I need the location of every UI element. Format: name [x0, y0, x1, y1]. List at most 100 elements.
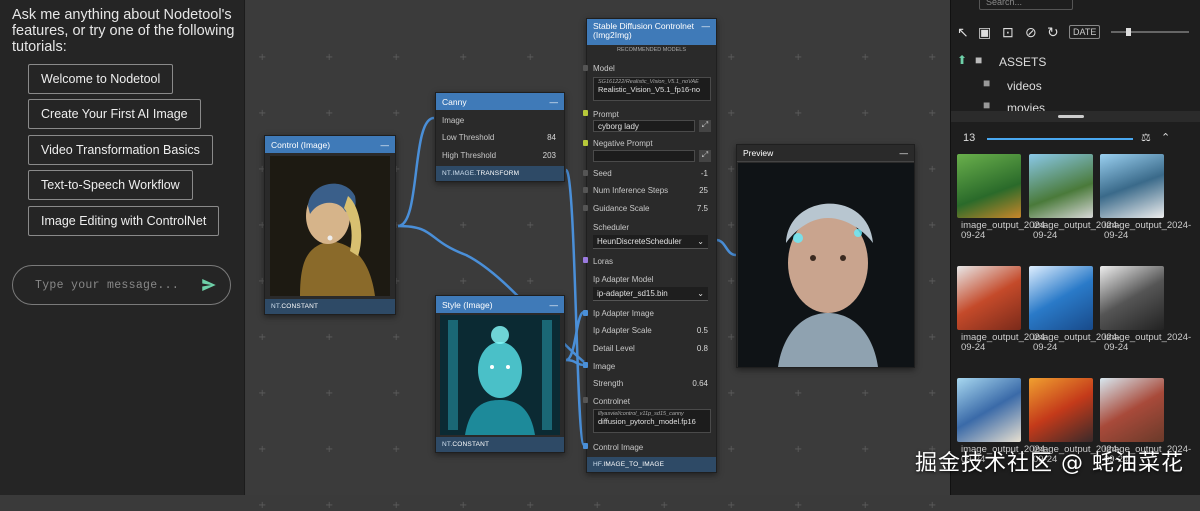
field-value[interactable]: 203 [543, 151, 556, 160]
select-arrow-icon[interactable]: ↖ [957, 24, 969, 41]
asset-search-input[interactable]: Search... [979, 0, 1073, 10]
detail-level-field[interactable]: Detail Level 0.8 [593, 344, 708, 353]
asset-thumb[interactable] [957, 266, 1021, 330]
node-header[interactable]: Canny — [436, 93, 564, 110]
inference-steps-field[interactable]: Num Inference Steps 25 [593, 186, 708, 195]
assets-root-folder[interactable]: ASSETS [999, 55, 1046, 69]
asset-caption: image_output_2024-09-24 [961, 332, 1049, 353]
canny-node[interactable]: Canny — Image Low Threshold 84 High Thresh… [435, 92, 565, 182]
tutorial-first-image-button[interactable]: Create Your First AI Image [28, 99, 201, 129]
upload-icon[interactable]: ⬆ [957, 53, 967, 67]
low-threshold-field[interactable]: Low Threshold 84 [442, 133, 556, 142]
node-menu-icon[interactable]: — [381, 140, 390, 150]
chat-input[interactable]: Type your message... [12, 265, 231, 305]
zoom-slider[interactable] [1111, 28, 1189, 36]
ip-adapter-scale-field[interactable]: Ip Adapter Scale 0.5 [593, 326, 708, 335]
node-header[interactable]: Style (Image) — [436, 296, 564, 313]
handle[interactable] [583, 257, 588, 263]
guidance-scale-field[interactable]: Guidance Scale 7.5 [593, 204, 708, 213]
handle[interactable] [583, 205, 588, 211]
asset-thumb[interactable] [1029, 378, 1093, 442]
strength-field[interactable]: Strength 0.64 [593, 379, 708, 388]
node-menu-icon[interactable]: — [550, 300, 559, 310]
tutorial-tts-button[interactable]: Text-to-Speech Workflow [28, 170, 193, 200]
canny-image-input[interactable]: Image [442, 116, 556, 125]
asset-thumb[interactable] [1029, 266, 1093, 330]
preview-image[interactable] [738, 163, 914, 367]
deselect-icon[interactable]: ⊘ [1025, 24, 1037, 41]
panel-divider[interactable] [951, 111, 1200, 122]
node-canvas[interactable]: + + + + + + + + + + + + + + + + + + + + + + + + + + + + + + + + + + + + + + + +… [246, 0, 950, 511]
handle[interactable] [583, 397, 588, 403]
high-threshold-field[interactable]: High Threshold 203 [442, 151, 556, 160]
refresh-icon[interactable]: ↻ [1047, 24, 1059, 41]
handle[interactable] [583, 170, 588, 176]
asset-thumb[interactable] [957, 154, 1021, 218]
ip-adapter-model-label-row: Ip Adapter Model [593, 275, 708, 284]
control-image-input[interactable]: Control Image [593, 443, 708, 452]
tutorial-welcome-button[interactable]: Welcome to Nodetool [28, 64, 174, 94]
field-value[interactable]: 0.8 [697, 344, 708, 353]
grid-cross: + [526, 500, 535, 511]
stable-diffusion-node[interactable]: Stable Diffusion Controlnet (Img2Img) — R… [586, 18, 717, 473]
node-header[interactable]: Stable Diffusion Controlnet (Img2Img) — [587, 19, 716, 45]
field-value[interactable]: 0.64 [692, 379, 708, 388]
ip-adapter-model-select[interactable]: ip-adapter_sd15.bin ⌄ [593, 287, 708, 301]
field-label: Low Threshold [442, 133, 495, 142]
asset-thumb[interactable] [957, 378, 1021, 442]
seed-field[interactable]: Seed -1 [593, 169, 708, 178]
handle[interactable] [583, 140, 588, 146]
asset-thumb[interactable] [1100, 154, 1164, 218]
negative-prompt-expand-icon[interactable]: ⤢ [699, 150, 711, 162]
image-input[interactable]: Image [593, 362, 708, 371]
send-icon[interactable] [200, 276, 218, 294]
asset-thumb[interactable] [1100, 378, 1164, 442]
handle[interactable] [583, 443, 588, 449]
control-image[interactable] [270, 156, 390, 296]
handle[interactable] [583, 65, 588, 71]
tutorial-controlnet-button[interactable]: Image Editing with ControlNet [28, 206, 220, 236]
field-value[interactable]: 25 [699, 186, 708, 195]
model-select[interactable]: SG161222/Realistic_Vision_V5.1_noVAE Real… [593, 77, 711, 101]
field-label: Ip Adapter Image [593, 309, 654, 318]
node-menu-icon[interactable]: — [900, 148, 909, 158]
recommended-models-link[interactable]: RECOMMENDED MODELS [587, 47, 716, 53]
select-all-icon[interactable]: ⊡ [1002, 24, 1014, 41]
prompt-input[interactable]: cyborg lady [593, 120, 695, 132]
loras-input[interactable]: Loras [593, 257, 708, 266]
grid-view-icon[interactable]: ⚖ [1141, 131, 1151, 144]
asset-thumb[interactable] [1100, 266, 1164, 330]
node-header[interactable]: Preview — [737, 145, 914, 162]
handle[interactable] [583, 362, 588, 368]
chevron-up-icon[interactable]: ⌃ [1161, 131, 1170, 144]
node-menu-icon[interactable]: — [550, 97, 559, 107]
asset-caption: image_output_2024-09-24 [961, 220, 1049, 241]
prompt-expand-icon[interactable]: ⤢ [699, 120, 711, 132]
drag-handle[interactable] [1058, 115, 1084, 118]
field-value[interactable]: 84 [547, 133, 556, 142]
controlnet-select[interactable]: lllyasviel/control_v11p_sd15_canny diffus… [593, 409, 711, 433]
node-header[interactable]: Control (Image) — [265, 136, 395, 153]
videos-folder[interactable]: videos [1007, 79, 1042, 93]
field-value[interactable]: 7.5 [697, 204, 708, 213]
tutorial-video-button[interactable]: Video Transformation Basics [28, 135, 213, 165]
size-slider[interactable] [987, 138, 1133, 140]
field-value[interactable]: -1 [701, 169, 708, 178]
control-image-node[interactable]: Control (Image) — NT. CONSTANT [264, 135, 396, 315]
preview-node[interactable]: Preview — [736, 144, 915, 368]
scheduler-select[interactable]: HeunDiscreteScheduler ⌄ [593, 235, 708, 249]
handle[interactable] [583, 187, 588, 193]
node-menu-icon[interactable]: — [702, 22, 711, 31]
asset-thumb[interactable] [1029, 154, 1093, 218]
negative-prompt-input[interactable] [593, 150, 695, 162]
sort-date-button[interactable]: DATE [1069, 25, 1101, 39]
handle[interactable] [583, 110, 588, 116]
field-value[interactable]: 0.5 [697, 326, 708, 335]
ip-adapter-image-input[interactable]: Ip Adapter Image [593, 309, 708, 318]
new-folder-icon[interactable]: ▣ [978, 24, 991, 41]
handle[interactable] [583, 310, 588, 316]
style-image[interactable] [440, 315, 560, 435]
slider-thumb[interactable] [1126, 28, 1131, 36]
style-image-node[interactable]: Style (Image) — NT. CONSTANT [435, 295, 565, 453]
footer-name: IMAGE_TO_IMAGE [603, 461, 665, 468]
